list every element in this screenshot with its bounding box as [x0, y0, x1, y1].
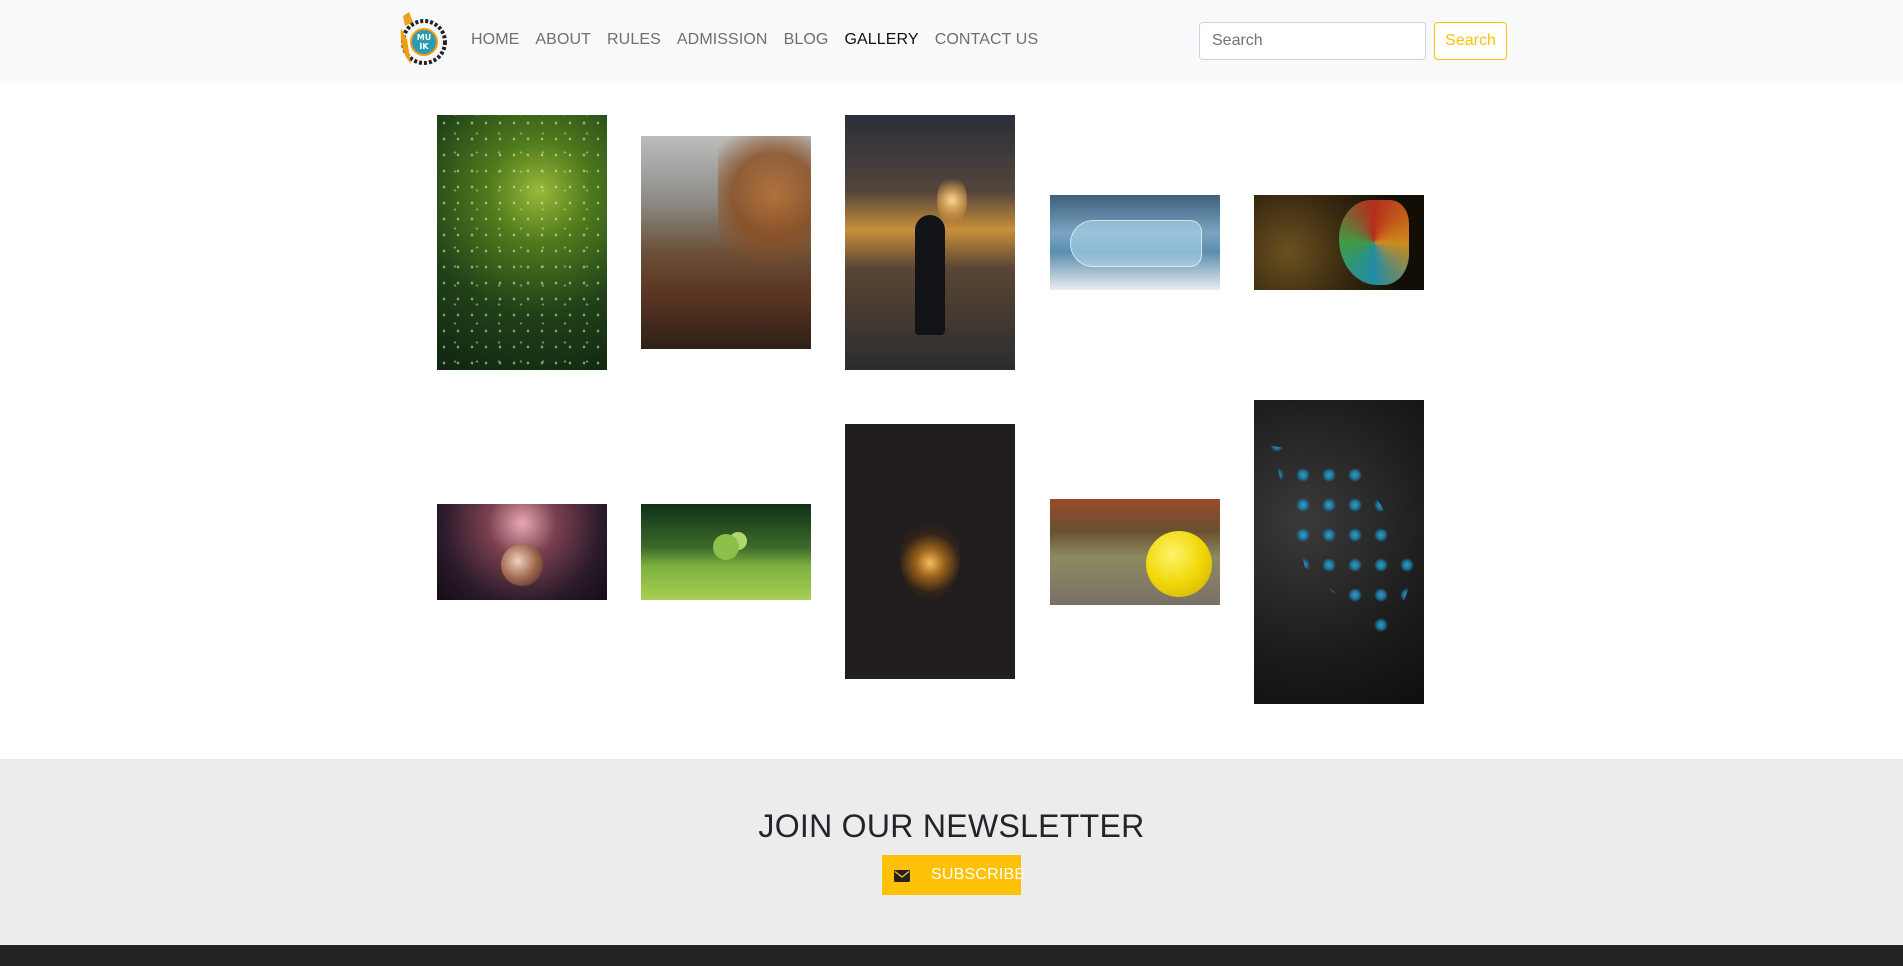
- nav-link-contact-us[interactable]: CONTACT US: [935, 31, 1039, 49]
- navbar: MU IK HOME ABOUT RULES ADMISSION BLOG GA…: [0, 0, 1903, 83]
- colorful-feather-photo[interactable]: [1254, 195, 1424, 290]
- winking-smiley-ball-photo[interactable]: [1050, 499, 1220, 605]
- glass-sphere-photo[interactable]: [437, 504, 607, 600]
- nav-link-blog[interactable]: BLOG: [784, 31, 829, 49]
- svg-text:MU: MU: [417, 33, 431, 42]
- envelope-icon: [894, 869, 910, 882]
- person-walking-street-photo[interactable]: [845, 115, 1015, 370]
- logo-emblem-icon: MU IK: [400, 12, 447, 65]
- nav-link-gallery[interactable]: GALLERY: [844, 31, 918, 49]
- newsletter-section: [0, 759, 1903, 945]
- newsletter-title: JOIN OUR NEWSLETTER: [758, 808, 1145, 844]
- sprout-photo[interactable]: [641, 504, 811, 600]
- blue-water-drops-leaf-photo[interactable]: [1254, 400, 1424, 704]
- footer: [0, 945, 1903, 966]
- island-in-bottle-photo[interactable]: [1050, 195, 1220, 290]
- nav-link-home[interactable]: HOME: [471, 31, 519, 49]
- nav-link-about[interactable]: ABOUT: [535, 31, 591, 49]
- leaves-bokeh-photo[interactable]: [437, 115, 607, 370]
- site-logo[interactable]: MU IK: [395, 10, 449, 70]
- nav-link-rules[interactable]: RULES: [607, 31, 661, 49]
- search-input[interactable]: [1199, 22, 1426, 60]
- nav-link-admission[interactable]: ADMISSION: [677, 31, 768, 49]
- subscribe-button[interactable]: SUBSCRIBE: [882, 855, 1025, 895]
- search-button[interactable]: Search: [1434, 22, 1507, 60]
- main-nav: HOME ABOUT RULES ADMISSION BLOG GALLERY …: [471, 31, 1054, 49]
- autumn-forest-path-photo[interactable]: [641, 136, 811, 349]
- subscribe-label: SUBSCRIBE: [931, 866, 1026, 883]
- svg-text:IK: IK: [419, 42, 429, 51]
- light-bulb-photo[interactable]: [845, 424, 1015, 679]
